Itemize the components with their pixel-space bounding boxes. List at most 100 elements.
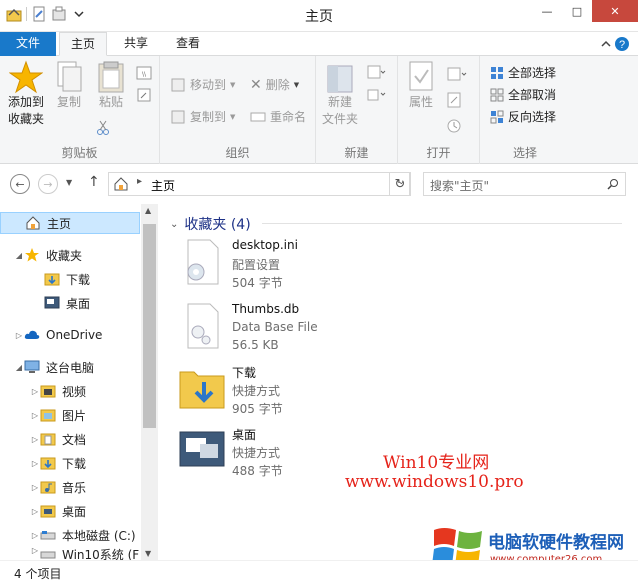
chevron-down-icon: ▼ — [230, 80, 236, 89]
nav-label: 这台电脑 — [46, 360, 95, 375]
nav-item-onedrive[interactable]: ▷ OneDrive — [0, 324, 140, 346]
download-folder-icon — [44, 273, 60, 286]
pin-to-favorites-button[interactable]: 添加到 收藏夹 — [6, 60, 46, 128]
nav-item-pictures[interactable]: ▷ 图片 — [0, 404, 140, 426]
group-clipboard: 添加到 收藏夹 复制 粘贴 \\ 剪贴板 — [0, 56, 160, 164]
nav-item-win10-drive[interactable]: ▷ Win10系统 (F — [0, 546, 140, 560]
maximize-button[interactable]: □ — [562, 0, 592, 22]
expander-collapsed-icon[interactable]: ▷ — [30, 531, 40, 540]
watermark-text: Win10专业网 — [383, 453, 490, 473]
nav-item-downloads[interactable]: ▷ 下载 — [0, 452, 140, 474]
help-icon[interactable]: ? — [614, 36, 630, 52]
file-name: desktop.ini — [232, 238, 298, 252]
easy-access-icon[interactable] — [366, 86, 386, 102]
group-new: 新建 文件夹 新建 — [316, 56, 398, 164]
forward-button[interactable]: → — [38, 174, 58, 194]
expander-expanded-icon[interactable]: ◢ — [14, 363, 24, 372]
tab-view[interactable]: 查看 — [166, 32, 210, 56]
paste-label: 粘贴 — [98, 95, 123, 109]
expander-collapsed-icon[interactable]: ▷ — [14, 331, 24, 340]
refresh-button[interactable]: ↻ — [389, 172, 411, 196]
select-all-button[interactable]: 全部选择 — [490, 64, 556, 81]
expander-collapsed-icon[interactable]: ▷ — [30, 411, 40, 420]
nav-item-local-disk-c[interactable]: ▷ 本地磁盘 (C:) — [0, 524, 140, 546]
file-name: 下载 — [232, 366, 257, 380]
new-folder-button[interactable]: 新建 文件夹 — [320, 60, 360, 128]
ribbon: 添加到 收藏夹 复制 粘贴 \\ 剪贴板 移动到▼ 复制到▼ ✕ 删除▼ — [0, 56, 638, 164]
nav-label: 桌面 — [62, 504, 87, 519]
up-button[interactable]: ↑ — [88, 174, 100, 190]
group-open: 属性 打开 — [398, 56, 480, 164]
file-size: 488 字节 — [232, 464, 283, 478]
cut-icon[interactable] — [96, 120, 110, 136]
nav-item-favorites-desktop[interactable]: 桌面 — [0, 292, 140, 314]
history-icon[interactable] — [446, 118, 462, 134]
nav-item-favorites[interactable]: ◢ 收藏夹 — [0, 244, 140, 266]
back-button[interactable]: ← — [10, 174, 30, 194]
nav-item-documents[interactable]: ▷ 文档 — [0, 428, 140, 450]
expander-collapsed-icon[interactable]: ▷ — [30, 507, 40, 516]
nav-item-this-pc[interactable]: ◢ 这台电脑 — [0, 356, 140, 378]
section-header-favorites[interactable]: ⌄ 收藏夹 (4) — [170, 214, 251, 234]
section-divider — [262, 223, 622, 224]
nav-label: 收藏夹 — [46, 248, 83, 263]
minimize-button[interactable]: — — [532, 0, 562, 22]
nav-item-desktop[interactable]: ▷ 桌面 — [0, 500, 140, 522]
delete-button[interactable]: ✕ 删除 ▼ — [250, 76, 299, 93]
recent-locations-button[interactable]: ▼ — [66, 178, 72, 187]
scroll-up-icon[interactable]: ▲ — [145, 206, 151, 215]
search-box[interactable]: 搜索"主页" — [423, 172, 626, 196]
nav-item-music[interactable]: ▷ 音乐 — [0, 476, 140, 498]
search-placeholder: 搜索"主页" — [430, 179, 490, 193]
ribbon-collapse-icon[interactable] — [600, 38, 612, 50]
file-name: Thumbs.db — [232, 302, 300, 316]
copy-label: 复制 — [56, 95, 81, 109]
music-folder-icon — [40, 481, 56, 494]
file-item[interactable]: 下载 快捷方式 905 字节 — [178, 364, 478, 426]
expander-collapsed-icon[interactable]: ▷ — [30, 459, 40, 468]
file-item[interactable]: desktop.ini 配置设置 504 字节 — [178, 238, 478, 300]
rename-button[interactable]: 重命名 — [250, 108, 306, 125]
invert-selection-button[interactable]: 反向选择 — [490, 108, 556, 125]
scroll-down-icon[interactable]: ▼ — [145, 549, 151, 558]
breadcrumb-home[interactable]: 主页 — [151, 177, 175, 194]
expander-collapsed-icon[interactable]: ▷ — [30, 546, 40, 555]
scrollbar-thumb[interactable] — [143, 224, 156, 428]
desktop-icon — [40, 505, 56, 518]
edit-icon[interactable] — [446, 92, 462, 108]
new-item-icon[interactable] — [366, 64, 386, 80]
expander-collapsed-icon[interactable]: ▷ — [30, 435, 40, 444]
file-item[interactable]: Thumbs.db Data Base File 56.5 KB — [178, 302, 478, 364]
nav-item-home[interactable]: 主页 — [0, 212, 140, 234]
copy-path-icon[interactable]: \\ — [136, 66, 152, 80]
file-size: 56.5 KB — [232, 338, 279, 352]
chevron-down-icon: ▼ — [230, 112, 236, 121]
new-group-label: 新建 — [344, 146, 369, 160]
expander-expanded-icon[interactable]: ◢ — [14, 251, 24, 260]
star-icon — [25, 248, 39, 262]
address-box[interactable]: ▸ 主页 ⌄ — [108, 172, 410, 196]
download-folder-icon — [179, 371, 225, 409]
collapse-chevron-icon[interactable]: ⌄ — [170, 219, 178, 230]
expander-collapsed-icon[interactable]: ▷ — [30, 483, 40, 492]
copy-button[interactable]: 复制 — [54, 60, 84, 111]
nav-item-videos[interactable]: ▷ 视频 — [0, 380, 140, 402]
search-icon[interactable] — [607, 178, 619, 190]
select-none-button[interactable]: 全部取消 — [490, 86, 556, 103]
arrow-up-icon: ↑ — [88, 174, 100, 190]
open-icon[interactable] — [446, 66, 468, 82]
chevron-down-icon: ▼ — [293, 80, 300, 89]
tab-share[interactable]: 共享 — [114, 32, 158, 56]
expander-collapsed-icon[interactable]: ▷ — [30, 387, 40, 396]
close-button[interactable]: ✕ — [592, 0, 638, 22]
nav-scrollbar[interactable]: ▲ ▼ — [141, 204, 158, 560]
paste-shortcut-icon[interactable] — [136, 88, 152, 102]
properties-button[interactable]: 属性 — [404, 60, 438, 111]
nav-item-favorites-downloads[interactable]: 下载 — [0, 268, 140, 290]
copy-to-button[interactable]: 复制到 ▼ — [170, 108, 235, 125]
address-bar-row: ← → ▼ ↑ ▸ 主页 ⌄ ↻ 搜索"主页" — [0, 164, 638, 204]
move-to-button[interactable]: 移动到 ▼ — [170, 76, 235, 93]
paste-button[interactable]: 粘贴 — [96, 60, 126, 111]
delete-label: 删除 — [265, 78, 290, 92]
tab-home[interactable]: 主页 — [59, 32, 107, 56]
